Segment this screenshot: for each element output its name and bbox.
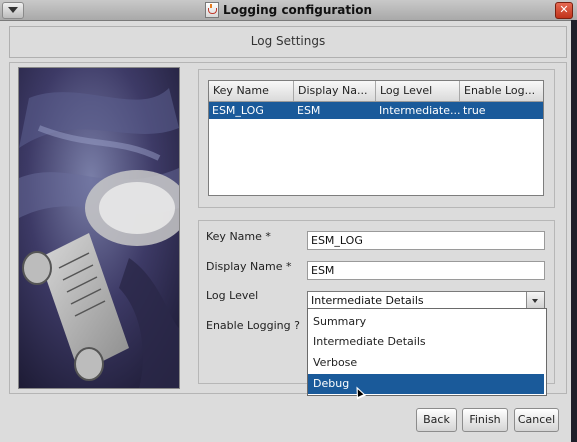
log-table-panel: Key Name Display Na... Log Level Enable … (198, 69, 555, 208)
close-icon[interactable]: ✕ (555, 2, 573, 19)
header-panel: Log Settings (9, 26, 567, 58)
logging-configuration-window: Logging configuration ✕ Log Settings Key… (0, 0, 577, 442)
log-level-dropdown-list: Summary Intermediate Details Verbose Deb… (307, 308, 547, 396)
java-app-icon (204, 1, 219, 18)
log-level-label: Log Level (206, 289, 259, 302)
cell-display-name: ESM (297, 104, 321, 117)
cell-log-level: Intermediate... (379, 104, 460, 117)
enable-logging-label: Enable Logging ? (206, 319, 300, 332)
chevron-down-icon[interactable] (526, 292, 544, 309)
finish-button[interactable]: Finish (462, 408, 508, 432)
option-intermediate-details[interactable]: Intermediate Details (308, 332, 544, 352)
column-header-enable-logging[interactable]: Enable Log... (460, 81, 543, 101)
window-title-text: Logging configuration (222, 3, 373, 17)
option-debug[interactable]: Debug (308, 374, 544, 394)
column-header-key-name[interactable]: Key Name (209, 81, 294, 101)
cancel-button[interactable]: Cancel (514, 408, 559, 432)
option-verbose[interactable]: Verbose (308, 353, 544, 373)
display-name-label: Display Name * (206, 260, 292, 273)
cell-key-name: ESM_LOG (212, 104, 264, 117)
log-table: Key Name Display Na... Log Level Enable … (208, 80, 544, 196)
page-title: Log Settings (250, 34, 326, 48)
title-bar: Logging configuration ✕ (0, 0, 577, 21)
decorative-image (18, 67, 180, 389)
column-header-display-name[interactable]: Display Na... (294, 81, 376, 101)
window-title: Logging configuration (0, 0, 577, 20)
option-summary[interactable]: Summary (308, 312, 544, 332)
table-row[interactable]: ESM_LOG ESM Intermediate... true (209, 102, 543, 119)
display-name-field[interactable]: ESM (307, 261, 545, 280)
cell-enable-logging: true (463, 104, 486, 117)
log-level-selected-value: Intermediate Details (311, 294, 424, 307)
window-edge (571, 20, 577, 442)
key-name-label: Key Name * (206, 230, 271, 243)
column-header-log-level[interactable]: Log Level (376, 81, 460, 101)
back-button[interactable]: Back (416, 408, 457, 432)
table-header: Key Name Display Na... Log Level Enable … (209, 81, 543, 102)
key-name-field[interactable]: ESM_LOG (307, 231, 545, 250)
